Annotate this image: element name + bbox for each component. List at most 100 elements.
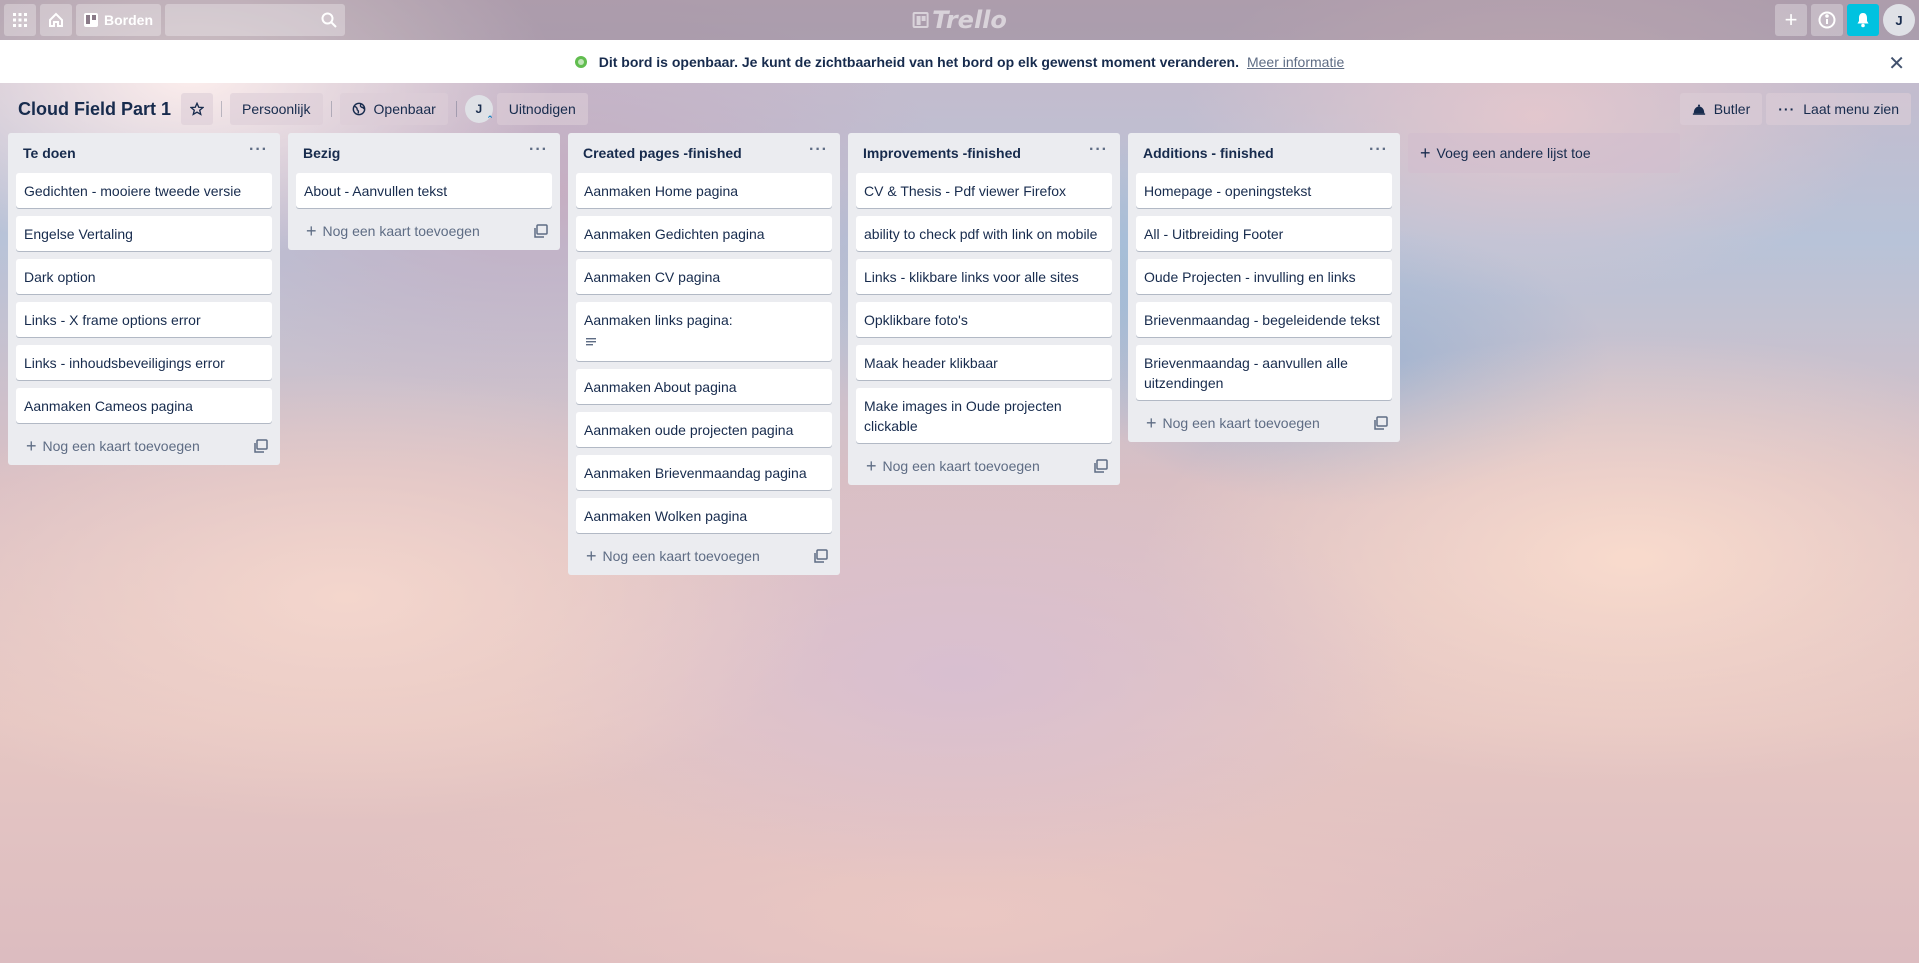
plus-icon: + [26, 436, 37, 456]
info-button[interactable] [1811, 4, 1843, 36]
list: Additions - finished ··· Homepage - openin… [1128, 133, 1400, 442]
card[interactable]: Links - klikbare links voor alle sites [856, 259, 1112, 294]
card[interactable]: About - Aanvullen tekst [296, 173, 552, 208]
card[interactable]: Aanmaken Wolken pagina [576, 498, 832, 533]
add-list-button[interactable]: + Voeg een andere lijst toe [1408, 133, 1680, 173]
more-icon[interactable]: ··· [1089, 141, 1108, 159]
separator [330, 101, 332, 117]
butler-icon [1692, 104, 1705, 115]
boards-button[interactable]: Borden [76, 4, 161, 36]
info-icon [1818, 11, 1836, 29]
home-button[interactable] [40, 4, 72, 36]
list-title[interactable]: Improvements -finished [863, 145, 1021, 161]
trello-logo[interactable]: Trello [912, 6, 1007, 34]
list: Bezig ··· About - Aanvullen tekst + Nog een … [288, 133, 560, 250]
list-title[interactable]: Additions - finished [1143, 145, 1274, 161]
add-list-label: Voeg een andere lijst toe [1436, 145, 1591, 161]
add-card-button[interactable]: + Nog een kaart toevoegen [8, 427, 280, 465]
card-title: Maak header klikbaar [864, 355, 998, 371]
card[interactable]: Maak header klikbaar [856, 345, 1112, 380]
card[interactable]: Aanmaken Gedichten pagina [576, 216, 832, 251]
card[interactable]: All - Uitbreiding Footer [1136, 216, 1392, 251]
card-title: Brievenmaandag - begeleidende tekst [1144, 312, 1380, 328]
card-list: About - Aanvullen tekst [288, 173, 560, 216]
search-box [165, 4, 349, 36]
list-header[interactable]: Created pages -finished ··· [568, 133, 840, 173]
add-card-button[interactable]: + Nog een kaart toevoegen [288, 212, 560, 250]
card-template-icon[interactable] [1094, 459, 1108, 476]
add-card-button[interactable]: + Nog een kaart toevoegen [568, 537, 840, 575]
user-avatar[interactable]: J [1883, 4, 1915, 36]
card-template-icon[interactable] [254, 439, 268, 456]
more-icon[interactable]: ··· [1369, 141, 1388, 159]
show-menu-button[interactable]: ··· Laat menu zien [1766, 93, 1911, 125]
card[interactable]: Brievenmaandag - begeleidende tekst [1136, 302, 1392, 337]
create-button[interactable]: + [1775, 4, 1807, 36]
visibility-button[interactable]: Openbaar [339, 93, 448, 125]
more-icon[interactable]: ··· [529, 141, 548, 159]
close-icon[interactable]: ✕ [1888, 51, 1905, 76]
search-icon[interactable] [321, 12, 337, 28]
plus-icon: + [1146, 413, 1157, 433]
card[interactable]: Aanmaken Home pagina [576, 173, 832, 208]
add-card-label: Nog een kaart toevoegen [882, 458, 1040, 474]
card-title: Dark option [24, 269, 96, 285]
invite-button[interactable]: Uitnodigen [496, 93, 588, 125]
more-info-link[interactable]: Meer informatie [1247, 54, 1344, 70]
add-card-button[interactable]: + Nog een kaart toevoegen [848, 447, 1120, 485]
card[interactable]: Aanmaken Brievenmaandag pagina [576, 455, 832, 490]
card[interactable]: ability to check pdf with link on mobile [856, 216, 1112, 251]
plus-icon: + [306, 221, 317, 241]
card[interactable]: Gedichten - mooiere tweede versie [16, 173, 272, 208]
card-template-icon[interactable] [534, 224, 548, 241]
list-title[interactable]: Te doen [23, 145, 76, 161]
team-button[interactable]: Persoonlijk [230, 93, 323, 125]
list-title[interactable]: Bezig [303, 145, 340, 161]
card[interactable]: Opklikbare foto's [856, 302, 1112, 337]
more-icon: ··· [1778, 101, 1796, 117]
card[interactable]: Homepage - openingstekst [1136, 173, 1392, 208]
card[interactable]: Dark option [16, 259, 272, 294]
card-title: Brievenmaandag - aanvullen alle uitzendi… [1144, 355, 1348, 391]
globe-icon [574, 55, 587, 68]
card-template-icon[interactable] [814, 549, 828, 566]
card[interactable]: Aanmaken About pagina [576, 369, 832, 404]
card[interactable]: Make images in Oude projecten clickable [856, 388, 1112, 443]
card-title: About - Aanvullen tekst [304, 183, 448, 199]
plus-icon: + [586, 546, 597, 566]
butler-button[interactable]: Butler [1679, 93, 1763, 125]
apps-button[interactable] [4, 4, 36, 36]
board-lists: Te doen ··· Gedichten - mooiere tweede ver… [8, 133, 1680, 575]
card[interactable]: CV & Thesis - Pdf viewer Firefox [856, 173, 1112, 208]
card[interactable]: Oude Projecten - invulling en links [1136, 259, 1392, 294]
card[interactable]: Brievenmaandag - aanvullen alle uitzendi… [1136, 345, 1392, 400]
card[interactable]: Aanmaken oude projecten pagina [576, 412, 832, 447]
card-title: Aanmaken Wolken pagina [584, 508, 748, 524]
card-title: Aanmaken Gedichten pagina [584, 226, 765, 242]
member-avatar[interactable]: J ⌃ [464, 95, 494, 124]
card[interactable]: Aanmaken Cameos pagina [16, 388, 272, 423]
card[interactable]: Aanmaken CV pagina [576, 259, 832, 294]
list-title[interactable]: Created pages -finished [583, 145, 742, 161]
add-card-button[interactable]: + Nog een kaart toevoegen [1128, 404, 1400, 442]
card[interactable]: Links - inhoudsbeveiligings error [16, 345, 272, 380]
chevron-up-icon: ⌃ [486, 114, 494, 124]
card[interactable]: Links - X frame options error [16, 302, 272, 337]
home-icon [49, 12, 63, 27]
notifications-button[interactable] [1847, 4, 1879, 36]
card-template-icon[interactable] [1374, 416, 1388, 433]
butler-label: Butler [1713, 101, 1751, 117]
board-title[interactable]: Cloud Field Part 1 [8, 93, 181, 125]
more-icon[interactable]: ··· [809, 141, 828, 159]
card[interactable]: Aanmaken links pagina: [576, 302, 832, 361]
list-header[interactable]: Bezig ··· [288, 133, 560, 173]
more-icon[interactable]: ··· [249, 141, 268, 159]
list-header[interactable]: Improvements -finished ··· [848, 133, 1120, 173]
star-button[interactable] [181, 93, 214, 125]
list-header[interactable]: Additions - finished ··· [1128, 133, 1400, 173]
list-header[interactable]: Te doen ··· [8, 133, 280, 173]
search-input[interactable] [165, 4, 345, 36]
card-title: Aanmaken CV pagina [584, 269, 721, 285]
add-card-label: Nog een kaart toevoegen [1162, 415, 1320, 431]
card[interactable]: Engelse Vertaling [16, 216, 272, 251]
